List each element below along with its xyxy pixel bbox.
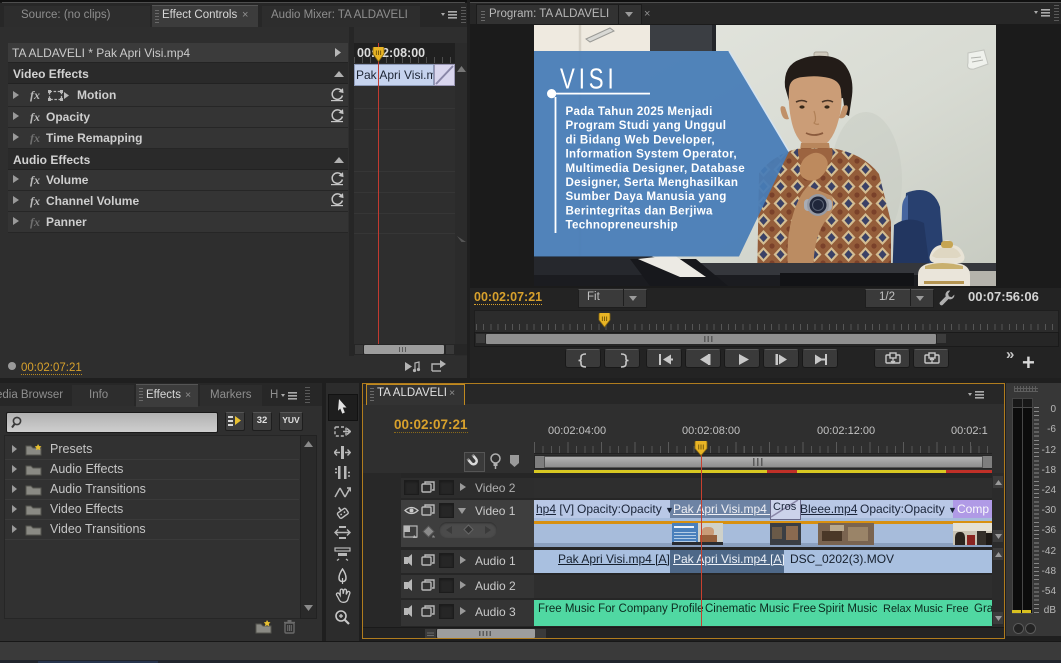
- svg-text:Multimedia Designer, Database: Multimedia Designer, Database: [566, 162, 746, 175]
- svg-text:Berintegritas dan Berjiwa: Berintegritas dan Berjiwa: [566, 204, 714, 217]
- svg-text:Designer, Serta Menghasilkan: Designer, Serta Menghasilkan: [566, 176, 739, 189]
- svg-text:Information System Operator,: Information System Operator,: [566, 148, 737, 161]
- svg-text:VISI: VISI: [560, 64, 618, 95]
- svg-text:Sumber Daya Manusia yang: Sumber Daya Manusia yang: [566, 190, 727, 203]
- svg-text:Technopreneurship: Technopreneurship: [566, 219, 678, 232]
- svg-text:di Bidang Web Developer,: di Bidang Web Developer,: [566, 133, 715, 146]
- svg-text:Pada Tahun 2025 Menjadi: Pada Tahun 2025 Menjadi: [566, 105, 713, 118]
- svg-text:Program Studi yang Unggul: Program Studi yang Unggul: [566, 119, 727, 132]
